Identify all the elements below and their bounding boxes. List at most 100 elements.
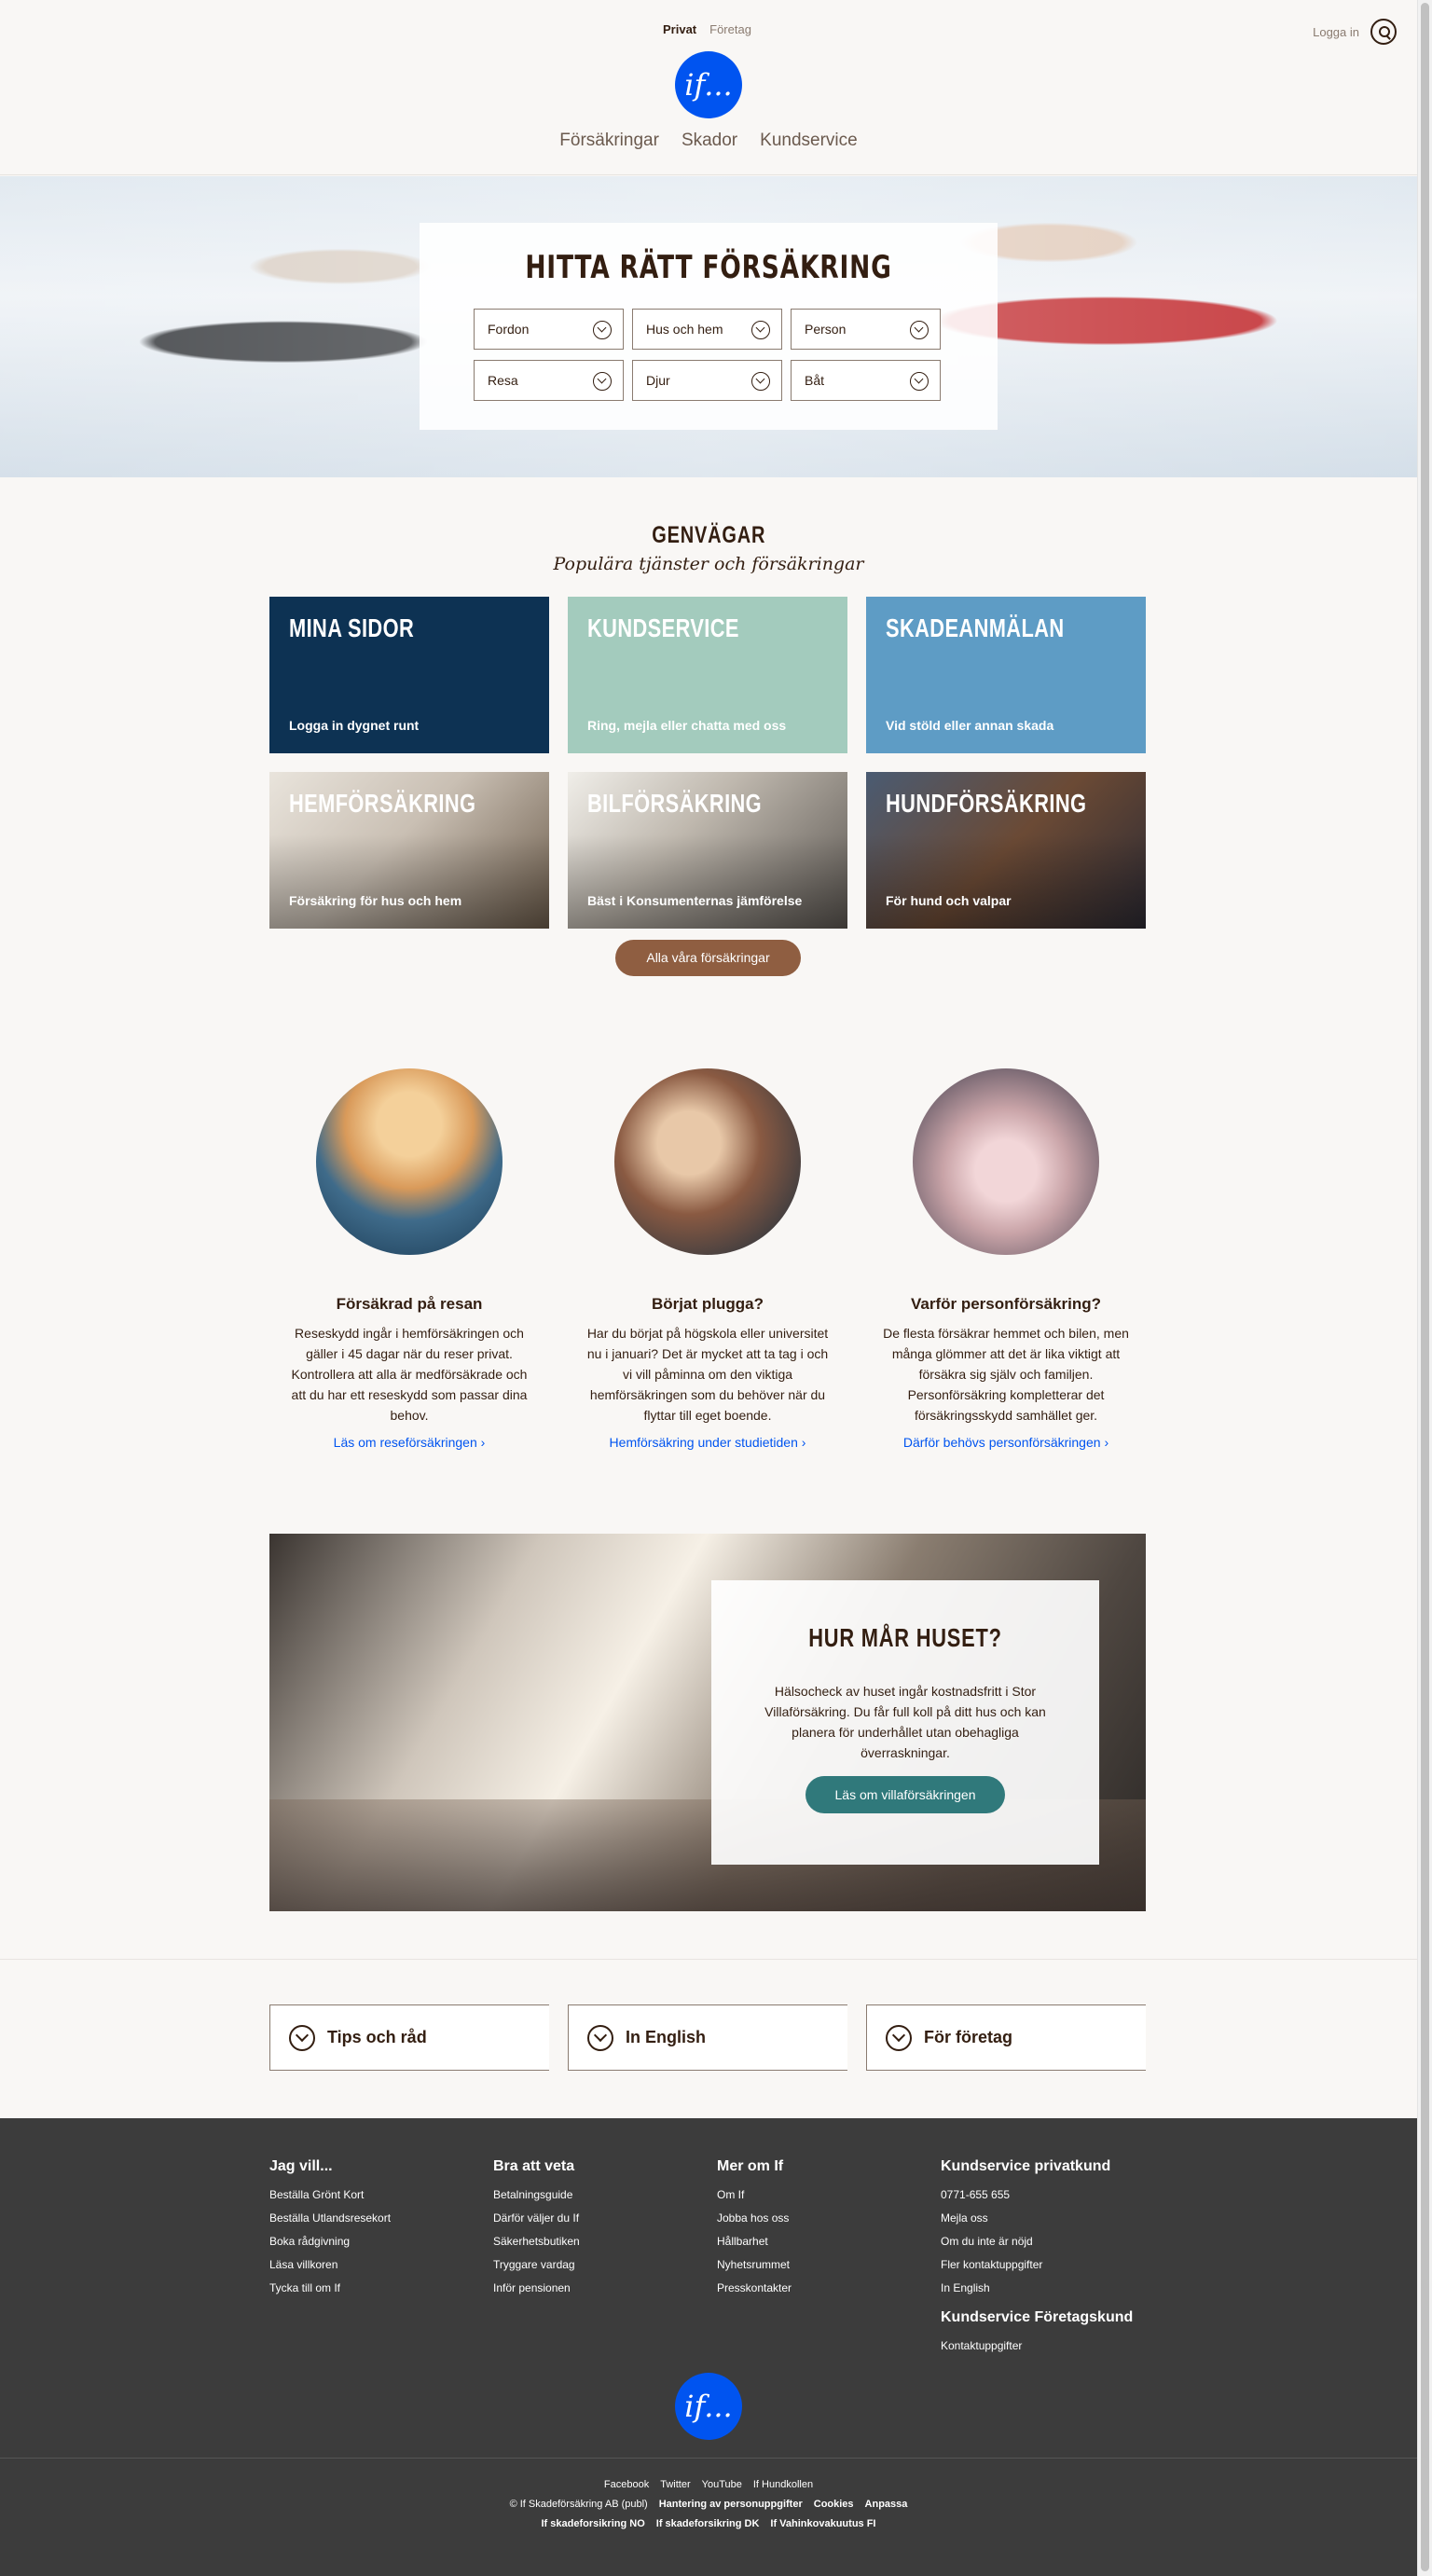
footer-phone[interactable]: 0771-655 655 [941,2183,1164,2207]
accordion-section: Tips och råd In English För företag [0,1959,1417,2117]
segment-foretag[interactable]: Företag [709,22,751,36]
footer-link[interactable]: Beställa Utlandsresekort [269,2207,493,2230]
tile-hemforsakring[interactable]: HEMFÖRSÄKRING Försäkring för hus och hem [269,772,549,929]
footer-heading: Mer om If [717,2158,784,2174]
tile-subtitle: Vid stöld eller annan skada [886,718,1054,733]
article-image [316,1068,503,1255]
select-person[interactable]: Person [791,309,941,350]
page: Privat Företag Logga in if... Försäkring… [0,0,1417,2576]
article-text: Reseskydd ingår i hemförsäkringen och gä… [291,1326,528,1423]
twitter-link[interactable]: Twitter [660,2479,690,2490]
site-footer: Jag vill... Beställa Grönt Kort Beställa… [0,2118,1417,2576]
nav-skador[interactable]: Skador [682,131,737,151]
hero-banner: HITTA RÄTT FÖRSÄKRING Fordon Hus och hem… [0,176,1417,477]
site-header: Privat Företag Logga in if... Försäkring… [0,0,1417,175]
villa-insurance-button[interactable]: Läs om villaförsäkringen [805,1776,1006,1813]
select-djur[interactable]: Djur [632,360,782,401]
main-nav: Försäkringar Skador Kundservice [0,131,1417,151]
legal-links: © If Skadeförsäkring AB (publ) Hantering… [0,2499,1417,2510]
regional-link-fi[interactable]: If Vahinkovakuutus FI [770,2518,875,2529]
finder-title: HITTA RÄTT FÖRSÄKRING [525,249,892,286]
article-link[interactable]: Läs om reseförsäkringen › [269,1435,549,1450]
tile-mina-sidor[interactable]: MINA SIDOR Logga in dygnet runt [269,597,549,753]
footer-link[interactable]: Nyhetsrummet [717,2253,941,2277]
if-logo[interactable]: if... [675,51,742,118]
chevron-right-icon: › [801,1435,806,1450]
tile-title: BILFÖRSÄKRING [587,789,763,818]
footer-link[interactable]: Om If [717,2183,941,2207]
tile-hundforsakring[interactable]: HUNDFÖRSÄKRING För hund och valpar [866,772,1146,929]
customize-link[interactable]: Anpassa [865,2499,908,2510]
footer-col-kundservice: Kundservice privatkund 0771-655 655 Mejl… [941,2158,1164,2358]
footer-col-mer-om-if: Mer om If Om If Jobba hos oss Hållbarhet… [717,2158,941,2358]
feature-box: HUR MÅR HUSET? Hälsocheck av huset ingår… [711,1580,1099,1865]
accordion-english[interactable]: In English [568,2004,847,2071]
regional-link-no[interactable]: If skadeforsikring NO [542,2518,645,2529]
article-link[interactable]: Därför behövs personförsäkringen › [866,1435,1146,1450]
chevron-right-icon: › [1104,1435,1109,1450]
chevron-down-icon [587,2024,613,2051]
select-label: Båt [805,373,825,388]
footer-link[interactable]: Hållbarhet [717,2230,941,2253]
footer-col-bra-att-veta: Bra att veta Betalningsguide Därför välj… [493,2158,717,2358]
accordion-tips[interactable]: Tips och råd [269,2004,549,2071]
all-insurances-button[interactable]: Alla våra försäkringar [615,940,801,976]
chevron-down-icon [289,2024,315,2051]
tile-bilforsakring[interactable]: BILFÖRSÄKRING Bäst i Konsumenternas jämfö… [568,772,847,929]
segment-switch: Privat Företag [663,22,751,36]
feature-title: HUR MÅR HUSET? [808,1623,1002,1652]
nav-forsakringar[interactable]: Försäkringar [559,131,659,151]
select-hus-och-hem[interactable]: Hus och hem [632,309,782,350]
footer-link[interactable]: Beställa Grönt Kort [269,2183,493,2207]
select-fordon[interactable]: Fordon [474,309,624,350]
footer-link[interactable]: Tycka till om If [269,2277,493,2300]
accordion-label: Tips och råd [327,2028,427,2046]
footer-link[interactable]: Tryggare vardag [493,2253,717,2277]
scrollbar-thumb[interactable] [1421,3,1429,2571]
footer-link[interactable]: In English [941,2277,1164,2300]
nav-kundservice[interactable]: Kundservice [760,131,858,151]
tile-title: HUNDFÖRSÄKRING [886,789,1087,818]
hundkollen-link[interactable]: If Hundkollen [753,2479,813,2490]
regional-link-dk[interactable]: If skadeforsikring DK [656,2518,760,2529]
cookies-link[interactable]: Cookies [814,2499,854,2510]
accordion-foretag[interactable]: För företag [866,2004,1146,2071]
article-title: Försäkrad på resan [336,1295,483,1313]
accordion-list: Tips och råd In English För företag [269,2004,1146,2071]
article-card: Försäkrad på resan Reseskydd ingår i hem… [269,1068,549,1450]
chevron-down-icon [910,372,929,391]
select-label: Resa [488,373,518,388]
footer-link[interactable]: Betalningsguide [493,2183,717,2207]
login-link[interactable]: Logga in [1313,25,1359,39]
footer-col-jag-vill: Jag vill... Beställa Grönt Kort Beställa… [269,2158,493,2358]
chevron-right-icon: › [480,1435,486,1450]
footer-link[interactable]: Mejla oss [941,2207,1164,2230]
article-card: Varför personförsäkring? De flesta försä… [866,1068,1146,1450]
privacy-link[interactable]: Hantering av personuppgifter [659,2499,803,2510]
footer-if-logo[interactable]: if... [675,2373,742,2440]
footer-link[interactable]: Boka rådgivning [269,2230,493,2253]
article-image [913,1068,1099,1255]
scrollbar[interactable] [1417,0,1432,2576]
article-link[interactable]: Hemförsäkring under studietiden › [568,1435,847,1450]
facebook-link[interactable]: Facebook [604,2479,649,2490]
footer-link[interactable]: Presskontakter [717,2277,941,2300]
footer-link[interactable]: Läsa villkoren [269,2253,493,2277]
footer-link[interactable]: Därför väljer du If [493,2207,717,2230]
footer-link[interactable]: Kontaktuppgifter [941,2335,1164,2358]
footer-link[interactable]: Inför pensionen [493,2277,717,2300]
footer-link[interactable]: Säkerhetsbutiken [493,2230,717,2253]
footer-link[interactable]: Om du inte är nöjd [941,2230,1164,2253]
footer-link[interactable]: Jobba hos oss [717,2207,941,2230]
copyright: © If Skadeförsäkring AB (publ) [509,2499,648,2510]
select-resa[interactable]: Resa [474,360,624,401]
footer-link[interactable]: Fler kontaktuppgifter [941,2253,1164,2277]
search-icon[interactable] [1370,19,1397,45]
tile-skadeanmalan[interactable]: SKADEANMÄLAN Vid stöld eller annan skada [866,597,1146,753]
tile-kundservice[interactable]: KUNDSERVICE Ring, mejla eller chatta med … [568,597,847,753]
feature-text: Hälsocheck av huset ingår kostnadsfritt … [764,1684,1046,1760]
youtube-link[interactable]: YouTube [702,2479,742,2490]
select-bat[interactable]: Båt [791,360,941,401]
shortcuts-subtitle: Populära tjänster och försäkringar [553,554,864,574]
segment-privat[interactable]: Privat [663,22,696,36]
